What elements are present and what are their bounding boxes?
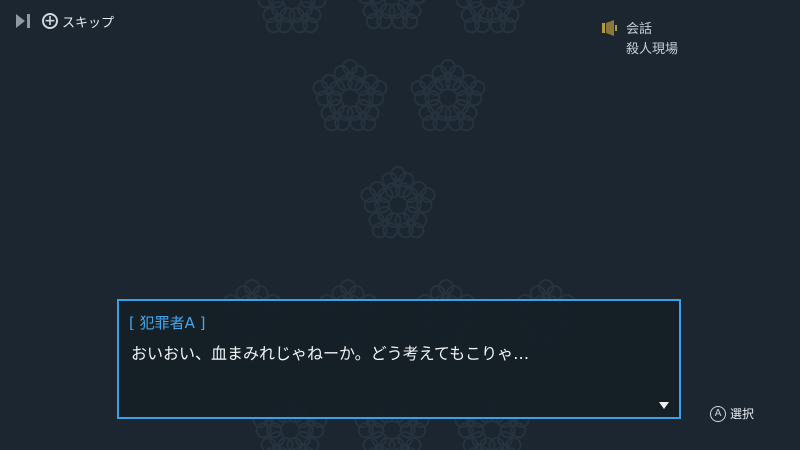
speaker-name: [ 犯罪者A ] [129, 314, 206, 332]
location-type: 会話 [626, 22, 653, 37]
plus-button-icon: + [42, 13, 58, 29]
skip-label: スキップ [62, 15, 115, 31]
dialogue-box[interactable]: [ 犯罪者A ] おいおい、血まみれじゃねーか。どう考えてもこりゃ… [117, 299, 681, 419]
select-hint[interactable]: A 選択 [710, 405, 754, 422]
conversation-icon [602, 20, 618, 36]
fast-forward-icon [16, 12, 32, 30]
dialogue-text: おいおい、血まみれじゃねーか。どう考えてもこりゃ… [131, 344, 530, 363]
next-arrow-icon[interactable] [659, 402, 669, 409]
skip-control[interactable]: + スキップ [16, 10, 114, 32]
a-button-icon: A [710, 405, 726, 422]
select-label: 選択 [730, 407, 755, 421]
location-name: 殺人現場 [626, 42, 679, 57]
